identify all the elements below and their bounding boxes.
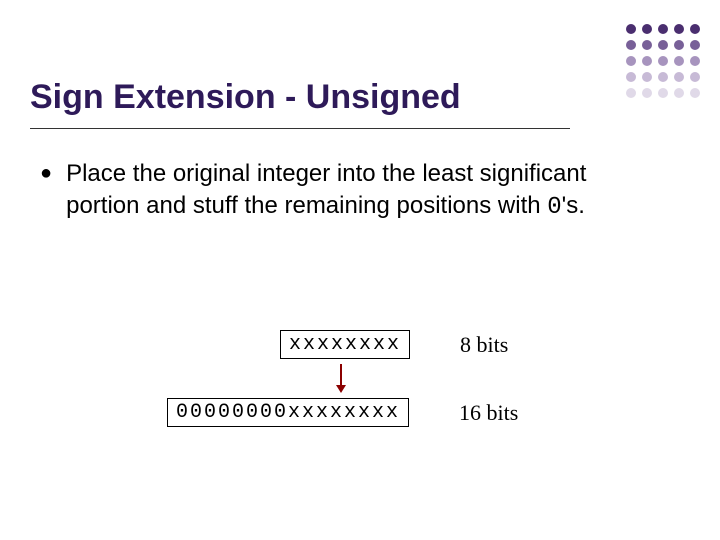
bullet-text: Place the original integer into the leas… (66, 158, 660, 224)
bits-16-label: 16 bits (459, 400, 518, 426)
title-underline (30, 128, 570, 129)
corner-dots-decoration (626, 24, 700, 104)
bullet-text-b: 's. (562, 192, 585, 219)
bullet-symbol: ● (40, 158, 52, 188)
down-arrow-icon (336, 364, 346, 393)
bullet-item: ● Place the original integer into the le… (40, 158, 660, 224)
bullet-text-a: Place the original integer into the leas… (66, 160, 586, 219)
bits-8-label: 8 bits (460, 332, 508, 358)
bits-16-row: 00000000xxxxxxxx 16 bits (167, 398, 518, 427)
bits-8-row: xxxxxxxx 8 bits (280, 330, 508, 359)
bits-16-box: 00000000xxxxxxxx (167, 398, 409, 427)
bits-8-box: xxxxxxxx (280, 330, 410, 359)
bullet-zero: 0 (547, 194, 561, 221)
slide-title: Sign Extension - Unsigned (30, 78, 461, 117)
